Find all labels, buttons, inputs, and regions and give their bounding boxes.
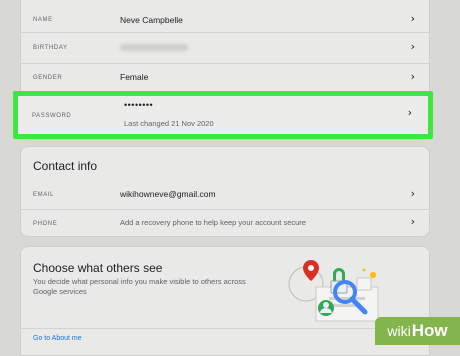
gender-value: Female xyxy=(120,72,149,82)
privacy-illustration-icon xyxy=(288,260,379,322)
go-to-about-me-link[interactable]: Go to About me xyxy=(33,335,82,342)
chevron-right-icon: › xyxy=(410,187,415,200)
others-title: Choose what others see xyxy=(33,261,163,275)
password-row[interactable]: PASSWORD •••••••• Last changed 21 Nov 20… xyxy=(13,91,433,139)
others-description: You decide what personal info you make v… xyxy=(33,277,246,296)
phone-row[interactable]: PHONE Add a recovery phone to help keep … xyxy=(21,210,429,237)
watermark-wiki: wiki xyxy=(387,323,411,339)
chevron-right-icon: › xyxy=(410,70,415,83)
password-value: •••••••• xyxy=(124,100,154,110)
gender-label: GENDER xyxy=(33,75,63,81)
chevron-right-icon: › xyxy=(410,215,415,228)
email-label: EMAIL xyxy=(33,192,55,198)
chevron-right-icon: › xyxy=(410,12,415,25)
gender-row[interactable]: GENDER Female › xyxy=(21,64,429,92)
phone-label: PHONE xyxy=(33,221,58,227)
name-label: NAME xyxy=(33,17,53,23)
chevron-right-icon: › xyxy=(407,106,412,119)
password-last-changed: Last changed 21 Nov 2020 xyxy=(124,119,214,128)
about-me-card: Choose what others see You decide what p… xyxy=(20,246,430,356)
password-label: PASSWORD xyxy=(32,113,72,119)
birthday-row[interactable]: BIRTHDAY › xyxy=(21,33,429,63)
name-row[interactable]: NAME Neve Campbelle › xyxy=(21,1,429,32)
contact-info-title: Contact info xyxy=(33,159,98,173)
email-value: wikihowneve@gmail.com xyxy=(120,189,216,199)
divider xyxy=(21,328,429,329)
birthday-label: BIRTHDAY xyxy=(33,45,68,51)
wikihow-watermark: wiki How xyxy=(375,317,460,345)
name-value: Neve Campbelle xyxy=(120,15,183,25)
birthday-value-blurred xyxy=(120,44,188,51)
email-row[interactable]: EMAIL wikihowneve@gmail.com › xyxy=(21,179,429,209)
chevron-right-icon: › xyxy=(410,40,415,53)
watermark-how: How xyxy=(411,321,448,340)
contact-info-card: Contact info EMAIL wikihowneve@gmail.com… xyxy=(20,146,430,237)
phone-value: Add a recovery phone to help keep your a… xyxy=(120,218,306,227)
